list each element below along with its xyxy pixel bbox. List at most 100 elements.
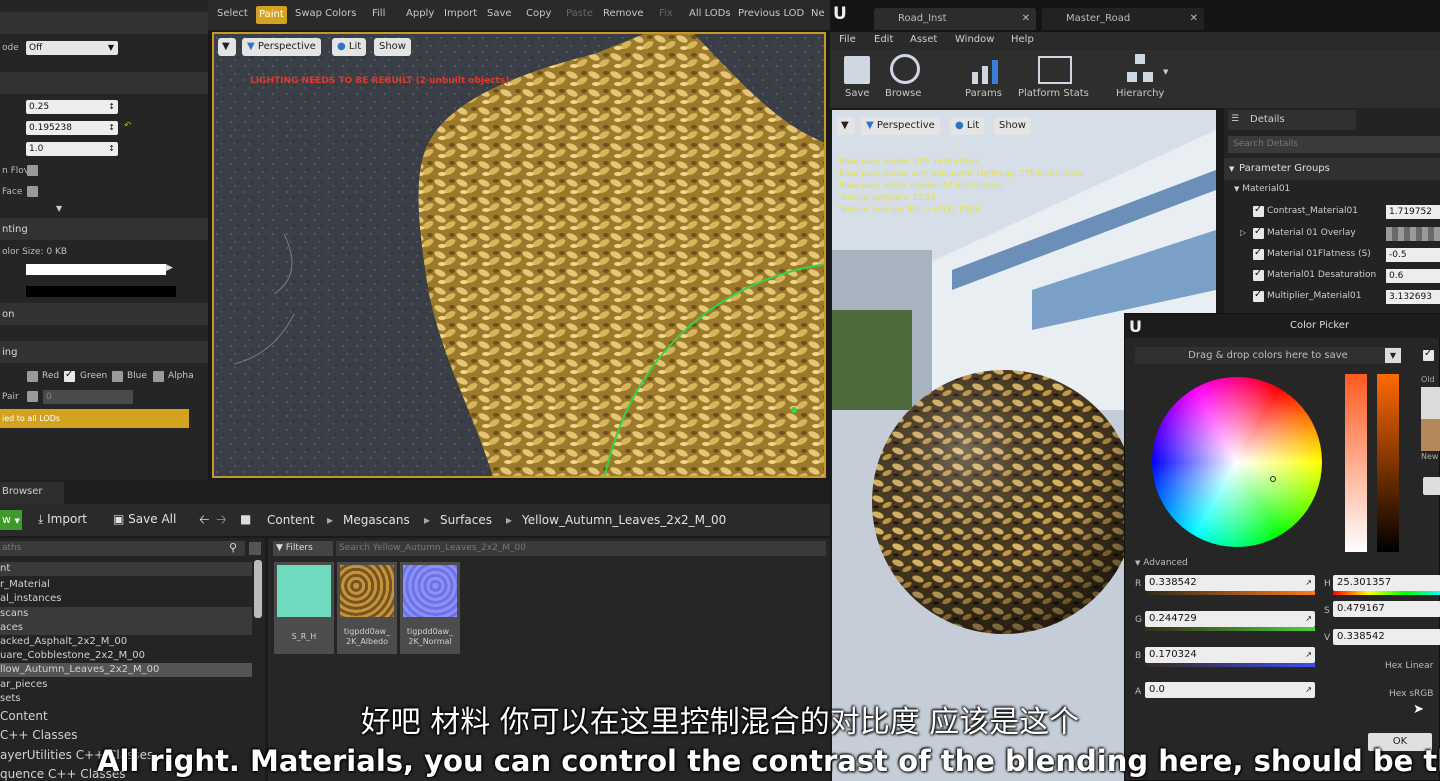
tool-fill[interactable]: Fill bbox=[372, 8, 385, 19]
platform-stats-icon[interactable] bbox=[1038, 56, 1072, 84]
details-tab[interactable]: Details bbox=[1228, 110, 1356, 130]
tree-item[interactable]: acked_Asphalt_2x2_M_00 bbox=[0, 635, 252, 649]
tool-save[interactable]: Save bbox=[487, 8, 512, 19]
menu-help[interactable]: Help bbox=[1011, 34, 1034, 45]
channel-g-field[interactable]: 0.244729 ↗ bbox=[1145, 611, 1315, 627]
expand-arrow-icon[interactable]: ▷ bbox=[1240, 228, 1246, 237]
tool-previous-lod[interactable]: Previous LOD bbox=[738, 8, 804, 19]
tree-item[interactable]: aces bbox=[0, 621, 252, 635]
green-channel-checkbox[interactable] bbox=[64, 369, 75, 382]
viewport-show-button[interactable]: Show bbox=[374, 38, 411, 56]
number-field-2[interactable]: 0.195238 ↕ bbox=[26, 121, 118, 135]
preview-lit-button[interactable]: ● Lit bbox=[950, 117, 985, 135]
tree-item[interactable]: r_Material bbox=[0, 578, 252, 592]
tree-item[interactable]: ar_pieces bbox=[0, 678, 252, 692]
tree-item[interactable]: al_instances bbox=[0, 592, 252, 606]
channel-h-field[interactable]: 25.301357 bbox=[1333, 575, 1440, 591]
channel-s-field[interactable]: 0.479167 bbox=[1333, 601, 1440, 617]
asset-tile[interactable]: tigpdd0aw_ 2K_Albedo bbox=[337, 562, 397, 654]
tool-import[interactable]: Import bbox=[444, 8, 477, 19]
browse-icon[interactable] bbox=[890, 54, 920, 84]
param-value-field[interactable]: 0.6 bbox=[1386, 269, 1440, 283]
tool-select[interactable]: Select bbox=[217, 8, 248, 19]
saturation-slider[interactable] bbox=[1345, 374, 1367, 552]
params-button[interactable]: Params bbox=[965, 88, 1002, 99]
tab-master-road[interactable]: Master_Road ✕ bbox=[1042, 8, 1204, 30]
tree-item[interactable]: nt bbox=[0, 562, 252, 576]
save-icon[interactable] bbox=[844, 56, 870, 84]
hierarchy-icon[interactable] bbox=[1127, 54, 1153, 84]
expand-chevron-icon[interactable]: ▼ bbox=[56, 204, 62, 213]
number-field-1[interactable]: 0.25 ↕ bbox=[26, 100, 118, 114]
pair-checkbox[interactable] bbox=[27, 391, 38, 402]
viewport-perspective-button[interactable]: ▼ Perspective bbox=[242, 38, 321, 56]
material01-group[interactable]: ▼ Material01 bbox=[1234, 184, 1290, 194]
channel-r-field[interactable]: 0.338542 ↗ bbox=[1145, 575, 1315, 591]
chevron-down-icon[interactable]: ▼ bbox=[1385, 348, 1401, 363]
red-channel-checkbox[interactable] bbox=[27, 371, 38, 382]
reset-icon[interactable]: ↶ bbox=[124, 121, 132, 131]
preview-perspective-button[interactable]: ▼ Perspective bbox=[861, 117, 940, 135]
param-override-checkbox[interactable] bbox=[1253, 268, 1264, 281]
level-viewport[interactable]: ▼ ▼ Perspective ● Lit Show LIGHTING NEED… bbox=[212, 32, 826, 478]
menu-file[interactable]: File bbox=[839, 34, 856, 45]
platform-stats-button[interactable]: Platform Stats bbox=[1018, 88, 1089, 99]
eyedropper-icon[interactable] bbox=[1423, 477, 1440, 495]
back-arrow-icon[interactable]: 🡠 bbox=[199, 511, 210, 533]
forward-arrow-icon[interactable]: 🡢 bbox=[216, 511, 227, 533]
breadcrumb-content[interactable]: Content bbox=[267, 513, 315, 527]
value-slider[interactable] bbox=[1377, 374, 1399, 552]
search-paths-input[interactable]: aths bbox=[0, 541, 245, 556]
menu-window[interactable]: Window bbox=[955, 34, 994, 45]
tool-remove[interactable]: Remove bbox=[603, 8, 644, 19]
menu-edit[interactable]: Edit bbox=[874, 34, 893, 45]
viewport-options-button[interactable]: ▼ bbox=[218, 38, 236, 56]
saved-colors-dropzone[interactable]: Drag & drop colors here to save bbox=[1135, 347, 1401, 364]
tool-next-lod[interactable]: Ne bbox=[811, 8, 825, 19]
tree-scrollbar[interactable] bbox=[254, 560, 262, 618]
alpha-channel-checkbox[interactable] bbox=[153, 371, 164, 382]
viewport-lit-button[interactable]: ● Lit bbox=[332, 38, 367, 56]
chevron-down-icon[interactable]: ▼ bbox=[1163, 68, 1168, 76]
old-color-swatch[interactable] bbox=[1421, 387, 1440, 419]
asset-tile[interactable]: tigpdd0aw_ 2K_Normal bbox=[400, 562, 460, 654]
tool-paint[interactable]: Paint bbox=[256, 6, 287, 24]
tool-apply[interactable]: Apply bbox=[406, 8, 434, 19]
overlay-texture-swatch[interactable] bbox=[1386, 227, 1440, 241]
breadcrumb-megascans[interactable]: Megascans bbox=[343, 513, 410, 527]
number-field-3[interactable]: 1.0 ↕ bbox=[26, 142, 118, 156]
tool-paste[interactable]: Paste bbox=[566, 8, 593, 19]
param-override-checkbox[interactable] bbox=[1253, 226, 1264, 239]
tool-copy[interactable]: Copy bbox=[526, 8, 551, 19]
save-button[interactable]: Save bbox=[845, 88, 870, 99]
param-value-field[interactable]: -0.5 bbox=[1386, 248, 1440, 262]
asset-tile[interactable]: S_R_H bbox=[274, 562, 334, 654]
search-assets-input[interactable]: Search Yellow_Autumn_Leaves_2x2_M_00 bbox=[336, 541, 826, 556]
color-picker-titlebar[interactable] bbox=[1125, 314, 1440, 338]
tree-item-selected[interactable]: llow_Autumn_Leaves_2x2_M_00 bbox=[0, 663, 252, 677]
hierarchy-button[interactable]: Hierarchy bbox=[1116, 88, 1164, 99]
color-wheel-selector[interactable] bbox=[1270, 476, 1276, 482]
tool-fix[interactable]: Fix bbox=[659, 8, 673, 19]
preview-options-button[interactable]: ▼ bbox=[837, 117, 855, 135]
content-browser-tab[interactable]: Browser bbox=[0, 482, 64, 504]
close-icon[interactable]: ✕ bbox=[1190, 8, 1198, 30]
channel-b-field[interactable]: 0.170324 ↗ bbox=[1145, 647, 1315, 663]
close-icon[interactable]: ✕ bbox=[1022, 8, 1030, 30]
browse-button[interactable]: Browse bbox=[885, 88, 921, 99]
tab-road-inst[interactable]: Road_Inst ✕ bbox=[874, 8, 1036, 30]
srgb-checkbox[interactable] bbox=[1423, 348, 1434, 361]
params-icon[interactable] bbox=[970, 58, 1004, 84]
breadcrumb-surfaces[interactable]: Surfaces bbox=[440, 513, 492, 527]
color-wheel[interactable] bbox=[1152, 377, 1322, 547]
param-value-field[interactable]: 3.132693 bbox=[1386, 290, 1440, 304]
flow-checkbox[interactable] bbox=[27, 165, 38, 176]
paint-color-swatch[interactable] bbox=[26, 264, 166, 275]
tree-item[interactable]: scans bbox=[0, 607, 252, 621]
param-override-checkbox[interactable] bbox=[1253, 204, 1264, 217]
preview-show-button[interactable]: Show bbox=[994, 117, 1031, 135]
blue-channel-checkbox[interactable] bbox=[112, 371, 123, 382]
channel-a-field[interactable]: 0.0 ↗ bbox=[1145, 682, 1315, 698]
param-value-field[interactable]: 1.719752 bbox=[1386, 205, 1440, 219]
view-options-icon[interactable] bbox=[249, 542, 261, 555]
